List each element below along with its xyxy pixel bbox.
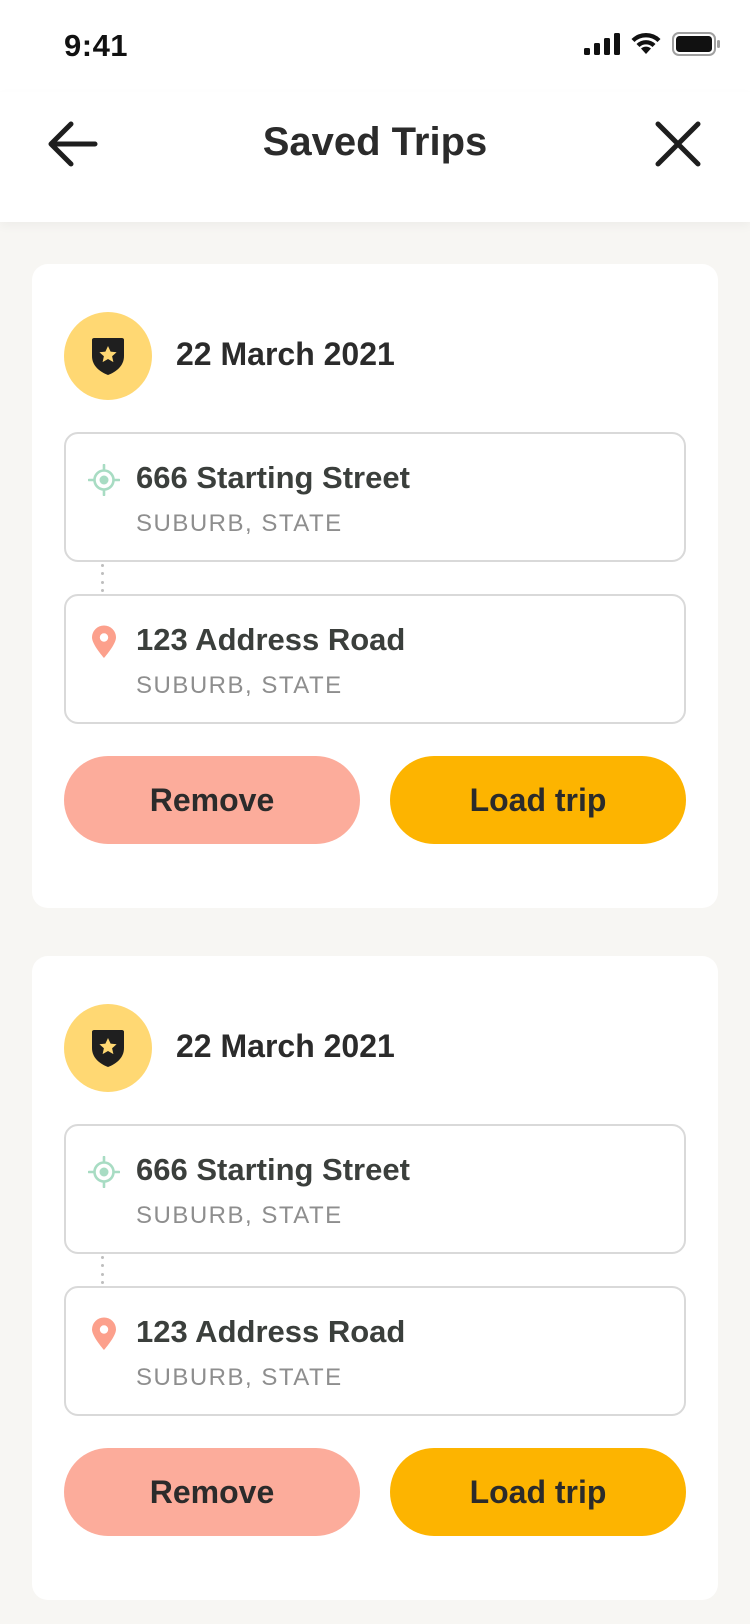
close-icon: [655, 121, 701, 167]
remove-button[interactable]: Remove: [64, 1448, 360, 1536]
destination-location-field[interactable]: 123 Address Road SUBURB, STATE: [64, 594, 686, 724]
route-connector: [100, 564, 104, 592]
trip-card: 22 March 2021 666 Starting Street SUBURB…: [32, 264, 718, 908]
destination-location-title: 123 Address Road: [136, 1314, 406, 1349]
trip-badge: [64, 312, 152, 400]
trip-card: 22 March 2021 666 Starting Street SUBURB…: [32, 956, 718, 1600]
start-location-subtitle: SUBURB, STATE: [136, 1202, 343, 1229]
trip-date: 22 March 2021: [176, 336, 395, 372]
destination-location-field[interactable]: 123 Address Road SUBURB, STATE: [64, 1286, 686, 1416]
shield-star-icon: [92, 338, 124, 375]
load-trip-button[interactable]: Load trip: [390, 756, 686, 844]
close-button[interactable]: [646, 112, 710, 176]
status-time: 9:41: [64, 28, 129, 63]
status-bar: 9:41: [0, 0, 750, 92]
signal-icon: [584, 33, 620, 55]
wifi-icon: [631, 32, 661, 54]
map-pin-icon: [88, 1316, 120, 1352]
load-trip-button[interactable]: Load trip: [390, 1448, 686, 1536]
start-location-subtitle: SUBURB, STATE: [136, 510, 343, 537]
route-connector: [100, 1256, 104, 1284]
start-location-field[interactable]: 666 Starting Street SUBURB, STATE: [64, 1124, 686, 1254]
map-pin-icon: [88, 624, 120, 660]
destination-location-title: 123 Address Road: [136, 622, 406, 657]
start-location-field[interactable]: 666 Starting Street SUBURB, STATE: [64, 432, 686, 562]
trip-badge: [64, 1004, 152, 1092]
header: Saved Trips: [0, 92, 750, 222]
start-location-title: 666 Starting Street: [136, 460, 410, 495]
start-location-title: 666 Starting Street: [136, 1152, 410, 1187]
remove-button[interactable]: Remove: [64, 756, 360, 844]
trip-date: 22 March 2021: [176, 1028, 395, 1064]
destination-location-subtitle: SUBURB, STATE: [136, 1364, 343, 1391]
destination-location-subtitle: SUBURB, STATE: [136, 672, 343, 699]
target-icon: [88, 462, 120, 498]
shield-star-icon: [92, 1030, 124, 1067]
battery-icon: [672, 32, 720, 56]
target-icon: [88, 1154, 120, 1190]
page-title: Saved Trips: [262, 120, 488, 164]
status-icons: [584, 32, 720, 56]
